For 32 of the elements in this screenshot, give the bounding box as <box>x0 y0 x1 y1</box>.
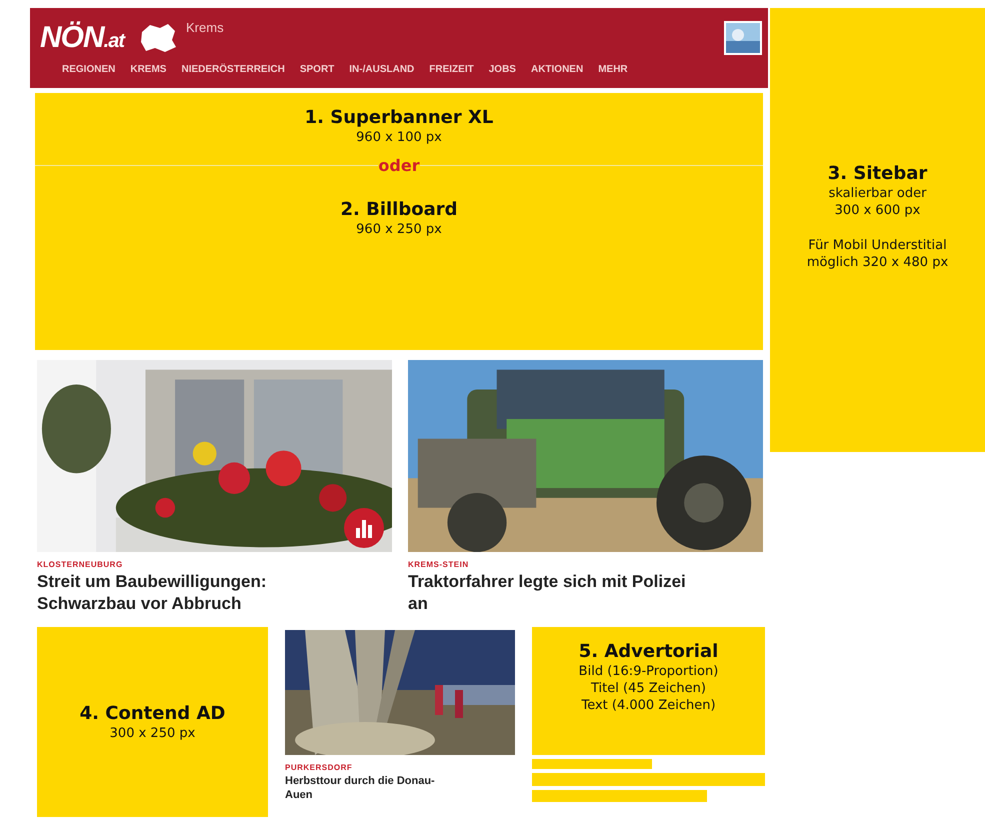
ad-title: 3. Sitebar <box>828 163 928 184</box>
ad-spec: 300 x 250 px <box>110 724 196 742</box>
ad-spec: Bild (16:9-Proportion) <box>578 663 718 680</box>
nav-link[interactable]: KREMS <box>130 64 166 75</box>
ad-title: 4. Contend AD <box>80 702 226 724</box>
article-headline[interactable]: Traktorfahrer legte sich mit Polizei an <box>408 571 708 616</box>
site-logo[interactable]: NÖN.at <box>40 21 124 55</box>
nav-link[interactable]: IN-/AUSLAND <box>349 64 414 75</box>
article-category[interactable]: KLOSTERNEUBURG <box>37 560 392 569</box>
article-headline[interactable]: Streit um Baubewilligungen: Schwarzbau vor Abbruch <box>37 571 337 616</box>
ad-spec: Text (4.000 Zeichen) <box>581 697 716 714</box>
ad-spec: 960 x 100 px <box>356 129 442 146</box>
nav-link[interactable]: NIEDERÖSTERREICH <box>181 64 285 75</box>
article-category[interactable]: KREMS-STEIN <box>408 560 763 569</box>
nav-link[interactable]: AKTIONEN <box>530 64 584 75</box>
ad-spec: Titel (45 Zeichen) <box>591 680 706 698</box>
nav-link[interactable]: SPORT <box>300 64 334 75</box>
nav-link[interactable]: MEHR <box>598 64 628 75</box>
article-headline[interactable]: Herbsttour durch die Donau-Auen <box>285 774 460 803</box>
ad-title: 1. Superbanner XL <box>304 107 494 128</box>
ad-spec: 960 x 250 px <box>356 221 442 238</box>
ad-title: 5. Advertorial <box>578 641 718 662</box>
nav-link[interactable]: FREIZEIT <box>429 64 474 75</box>
region-map-icon <box>138 22 178 54</box>
ad-title: 2. Billboard <box>340 199 458 220</box>
nav-link[interactable]: JOBS <box>488 64 516 75</box>
nav-link[interactable]: REGIONEN <box>62 64 116 75</box>
article-category[interactable]: PURKERSDORF <box>285 763 515 772</box>
ad-note: Für Mobil Understitial möglich 320 x 480 px <box>806 237 950 271</box>
region-label: Krems <box>186 20 224 35</box>
ad-spec: skalierbar oder <box>828 185 926 202</box>
ad-spec: 300 x 600 px <box>834 202 920 219</box>
